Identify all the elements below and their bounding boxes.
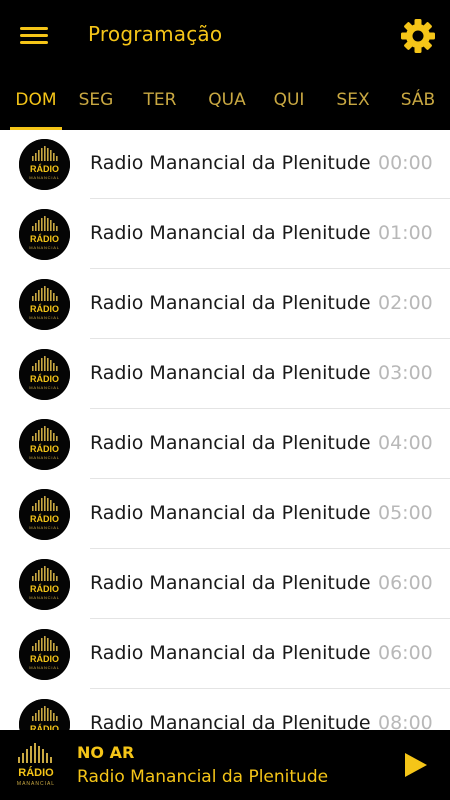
program-title: Radio Manancial da Plenitude [90,712,371,730]
schedule-row[interactable]: RÁDIO MANANCIAL Radio Manancial da Pleni… [0,480,450,550]
program-time: 00:00 [378,152,433,174]
program-time: 02:00 [378,292,433,314]
radio-logo-icon: RÁDIO MANANCIAL [17,743,55,787]
schedule-row[interactable]: RÁDIO MANANCIAL Radio Manancial da Pleni… [0,620,450,690]
schedule-row[interactable]: RÁDIO MANANCIAL Radio Manancial da Pleni… [0,130,450,200]
program-time: 03:00 [378,362,433,384]
schedule-row[interactable]: RÁDIO MANANCIAL Radio Manancial da Pleni… [0,550,450,620]
program-time: 06:00 [378,572,433,594]
program-title: Radio Manancial da Plenitude [90,362,371,384]
logo-subtext: MANANCIAL [29,385,60,390]
logo-subtext: MANANCIAL [29,315,60,320]
now-playing-bar[interactable]: RÁDIO MANANCIAL NO AR Radio Manancial da… [0,730,450,800]
schedule-row[interactable]: RÁDIO MANANCIAL Radio Manancial da Pleni… [0,410,450,480]
schedule-list[interactable]: RÁDIO MANANCIAL Radio Manancial da Pleni… [0,130,450,730]
tab-seg[interactable]: SEG [72,90,120,110]
program-time: 08:00 [378,712,433,730]
logo-subtext: MANANCIAL [29,455,60,460]
program-title: Radio Manancial da Plenitude [90,292,371,314]
schedule-row[interactable]: RÁDIO MANANCIAL Radio Manancial da Pleni… [0,200,450,270]
program-time: 04:00 [378,432,433,454]
radio-logo-icon: RÁDIO MANANCIAL [19,559,70,610]
logo-subtext: MANANCIAL [29,665,60,670]
logo-text: RÁDIO [30,654,59,664]
radio-logo-icon: RÁDIO MANANCIAL [19,629,70,680]
program-title: Radio Manancial da Plenitude [90,642,371,664]
radio-logo-icon: RÁDIO MANANCIAL [19,209,70,260]
program-time: 05:00 [378,502,433,524]
hamburger-menu-icon[interactable] [18,22,52,50]
logo-text: RÁDIO [30,444,59,454]
day-tabs: DOM SEG TER QUA QUI SEX SÁB [0,72,450,130]
row-divider [90,408,450,409]
player-logo-text: RÁDIO [18,766,54,779]
logo-subtext: MANANCIAL [29,175,60,180]
schedule-row[interactable]: RÁDIO MANANCIAL Radio Manancial da Pleni… [0,690,450,730]
row-divider [90,478,450,479]
radio-logo-icon: RÁDIO MANANCIAL [19,489,70,540]
program-title: Radio Manancial da Plenitude [90,152,371,174]
row-divider [90,338,450,339]
radio-logo-icon: RÁDIO MANANCIAL [19,419,70,470]
tab-qua[interactable]: QUA [202,90,252,110]
radio-logo-icon: RÁDIO MANANCIAL [19,699,70,730]
radio-logo-icon: RÁDIO MANANCIAL [19,139,70,190]
app-bar: Programação [0,0,450,72]
row-divider [90,198,450,199]
on-air-label: NO AR [77,743,135,762]
row-divider [90,618,450,619]
play-icon[interactable] [400,750,430,780]
tab-dom[interactable]: DOM [10,90,62,110]
row-divider [90,548,450,549]
row-divider [90,268,450,269]
schedule-row[interactable]: RÁDIO MANANCIAL Radio Manancial da Pleni… [0,270,450,340]
program-time: 06:00 [378,642,433,664]
logo-text: RÁDIO [30,514,59,524]
tab-sex[interactable]: SEX [330,90,376,110]
logo-subtext: MANANCIAL [29,595,60,600]
tab-sab[interactable]: SÁB [394,90,442,110]
logo-text: RÁDIO [30,234,59,244]
page-title: Programação [88,22,223,46]
now-playing-title: Radio Manancial da Plenitude [77,767,329,787]
program-title: Radio Manancial da Plenitude [90,502,371,524]
logo-subtext: MANANCIAL [29,525,60,530]
radio-logo-icon: RÁDIO MANANCIAL [19,349,70,400]
program-title: Radio Manancial da Plenitude [90,572,371,594]
program-title: Radio Manancial da Plenitude [90,432,371,454]
logo-text: RÁDIO [30,374,59,384]
program-title: Radio Manancial da Plenitude [90,222,371,244]
tab-qui[interactable]: QUI [266,90,312,110]
logo-subtext: MANANCIAL [29,245,60,250]
logo-text: RÁDIO [30,584,59,594]
player-logo-subtext: MANANCIAL [17,781,55,787]
radio-logo-icon: RÁDIO MANANCIAL [19,279,70,330]
row-divider [90,688,450,689]
tab-ter[interactable]: TER [136,90,184,110]
program-time: 01:00 [378,222,433,244]
gear-icon[interactable] [400,18,436,54]
schedule-row[interactable]: RÁDIO MANANCIAL Radio Manancial da Pleni… [0,340,450,410]
logo-text: RÁDIO [30,304,59,314]
logo-text: RÁDIO [30,164,59,174]
